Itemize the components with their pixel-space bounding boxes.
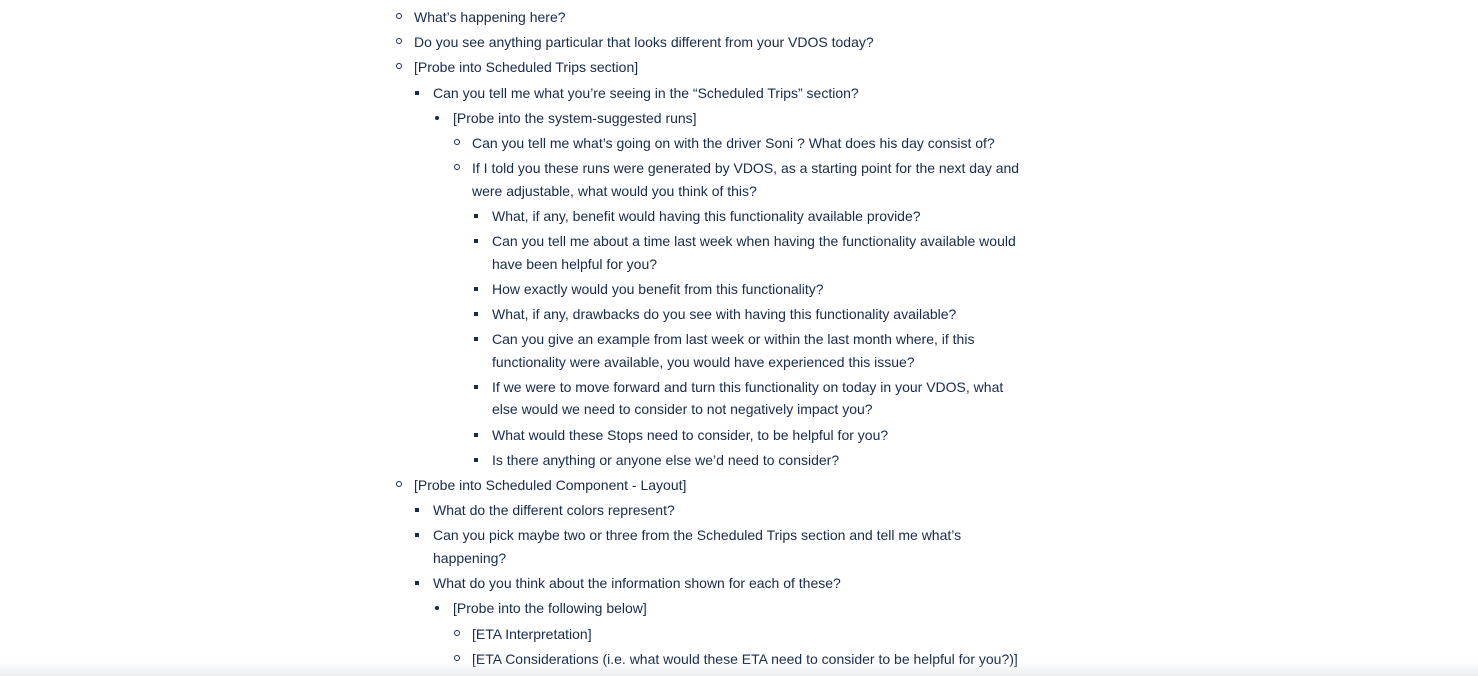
list-item-text: [ETA Interpretation]	[472, 626, 592, 642]
list-item-text: [Probe into Scheduled Trips section]	[414, 59, 639, 75]
list-item-text: What would these Stops need to consider,…	[492, 427, 889, 443]
square-bullet-icon	[474, 239, 478, 243]
circle-bullet-icon	[396, 13, 402, 19]
square-bullet-icon	[415, 533, 419, 537]
list-item-text: [Probe into Scheduled Component - Layout…	[414, 477, 687, 493]
square-bullet-icon	[474, 287, 478, 291]
list-item-text: Is there anything or anyone else we’d ne…	[492, 452, 840, 468]
square-bullet-icon	[474, 312, 478, 316]
list-item-text: What do the different colors represent?	[433, 502, 675, 518]
list-item-text: What’s happening here?	[414, 9, 566, 25]
list-item-text: What, if any, drawbacks do you see with …	[492, 306, 957, 322]
square-bullet-icon	[415, 508, 419, 512]
list-item-text: Can you tell me about a time last week w…	[492, 233, 1016, 249]
list-item-text: Can you tell me what you’re seeing in th…	[433, 85, 859, 101]
square-bullet-icon	[474, 385, 478, 389]
square-bullet-icon	[474, 458, 478, 462]
circle-bullet-icon	[396, 481, 402, 487]
list-item-continuation: happening?	[433, 550, 507, 566]
list-item-continuation: were adjustable, what would you think of…	[472, 183, 757, 199]
dot-bullet-icon	[435, 606, 439, 610]
square-bullet-icon	[415, 581, 419, 585]
list-item-text: [Probe into the following below]	[453, 600, 647, 616]
square-bullet-icon	[415, 91, 419, 95]
circle-bullet-icon	[396, 63, 402, 69]
dot-bullet-icon	[435, 116, 439, 120]
list-item-text: [Probe into the system-suggested runs]	[453, 110, 697, 126]
circle-bullet-icon	[454, 655, 460, 661]
list-item-text: [ETA Considerations (i.e. what would the…	[472, 651, 1018, 667]
list-item-text: If I told you these runs were generated …	[472, 160, 1020, 176]
list-item-continuation: functionality were available, you would …	[492, 354, 915, 370]
list-item-text: How exactly would you benefit from this …	[492, 281, 824, 297]
circle-bullet-icon	[396, 38, 402, 44]
circle-bullet-icon	[454, 164, 460, 170]
list-item-text: Can you give an example from last week o…	[492, 331, 975, 347]
document-body: What’s happening here? Do you see anythin…	[0, 0, 1478, 676]
circle-bullet-icon	[454, 630, 460, 636]
list-item-continuation: else would we need to consider to not ne…	[492, 401, 873, 417]
list-item-text: What, if any, benefit would having this …	[492, 208, 921, 224]
list-item-text: What do you think about the information …	[433, 575, 841, 591]
square-bullet-icon	[474, 214, 478, 218]
list-item-text: Can you tell me what’s going on with the…	[472, 135, 995, 151]
list-item-text: Do you see anything particular that look…	[414, 34, 874, 50]
list-item-continuation: have been helpful for you?	[492, 256, 658, 272]
circle-bullet-icon	[454, 139, 460, 145]
square-bullet-icon	[474, 337, 478, 341]
list-item-text: Can you pick maybe two or three from the…	[433, 527, 962, 543]
square-bullet-icon	[474, 433, 478, 437]
list-item-text: If we were to move forward and turn this…	[492, 379, 1004, 395]
